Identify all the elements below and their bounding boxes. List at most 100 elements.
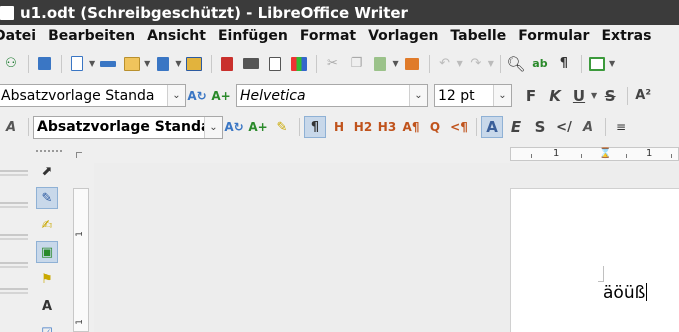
tag-icon[interactable]: ⚑ — [36, 268, 58, 290]
edit-file-icon[interactable] — [183, 53, 205, 75]
document-page[interactable]: äöüß — [510, 188, 679, 332]
print-preview-icon[interactable] — [264, 53, 286, 75]
title-style-button[interactable]: A¶ — [400, 116, 422, 138]
toolbar-separator — [580, 54, 582, 73]
writer-app-icon — [0, 5, 14, 20]
pdf-icon[interactable] — [216, 53, 238, 75]
redo-icon[interactable]: ↷ — [465, 53, 487, 75]
update-style-icon[interactable]: A↻ — [186, 85, 208, 107]
clone-formatting-icon[interactable] — [401, 53, 423, 75]
font-name-value: Helvetica — [240, 87, 306, 104]
indent-marker-icon[interactable]: ⌛ — [599, 148, 611, 159]
quotation-style-button[interactable]: </ — [553, 116, 575, 138]
toolbar-separator — [499, 54, 501, 73]
toolbar-separator — [61, 54, 62, 73]
binoculars-icon[interactable]: ⚇ — [0, 53, 22, 75]
checkbox-icon[interactable] — [33, 53, 55, 75]
default-char-style-button[interactable]: A — [481, 116, 503, 138]
formatting-toolbar: Absatzvorlage Standa ⌄ A↻ A+ Helvetica ⌄… — [0, 83, 679, 108]
select-arrow-icon[interactable]: ⬈ — [36, 160, 58, 182]
chevron-down-icon[interactable]: ▼ — [392, 59, 398, 68]
find-replace-icon[interactable]: 🔍︎ — [505, 53, 527, 75]
chevron-down-icon[interactable]: ▼ — [488, 59, 494, 68]
template-icon[interactable] — [97, 53, 119, 75]
horizontal-ruler[interactable]: 1 ⌛ 1 — [510, 147, 679, 161]
toolbar-separator — [28, 54, 29, 73]
chevron-down-icon[interactable]: ⌄ — [493, 85, 511, 106]
font-name-combo[interactable]: Helvetica ⌄ — [236, 84, 428, 107]
update-style-icon[interactable]: A↻ — [223, 116, 245, 138]
ruler-tick — [581, 154, 582, 158]
paragraph-style-value: Absatzvorlage Standa — [1, 87, 155, 104]
edit-icon[interactable]: ✎ — [36, 187, 58, 209]
superscript-button[interactable]: A² — [632, 85, 654, 107]
print-icon[interactable] — [240, 53, 262, 75]
menu-datei[interactable]: Datei — [0, 28, 42, 44]
chevron-down-icon[interactable]: ▼ — [175, 59, 181, 68]
folder-icon[interactable] — [121, 53, 143, 75]
menu-bearbeiten[interactable]: Bearbeiten — [42, 28, 141, 44]
menu-formular[interactable]: Formular — [512, 28, 595, 44]
cut-icon[interactable]: ✂ — [321, 53, 343, 75]
menu-vorlagen[interactable]: Vorlagen — [362, 28, 444, 44]
menu-extras[interactable]: Extras — [595, 28, 657, 44]
emphasis-style-button[interactable]: E — [505, 116, 527, 138]
save-icon[interactable] — [152, 53, 174, 75]
heading-2-style-button[interactable]: H2 — [352, 116, 374, 138]
new-style-icon[interactable]: A+ — [247, 116, 269, 138]
ruler-label: 1 — [74, 319, 85, 325]
undo-icon[interactable]: ↶ — [434, 53, 456, 75]
checkbox-icon[interactable]: ☑ — [36, 322, 58, 332]
body-text-style-button[interactable]: ¶ — [304, 116, 326, 138]
preformatted-style-button[interactable]: <¶ — [448, 116, 470, 138]
ruler-tick — [671, 154, 672, 158]
drawing-sidebar-toolbar: ⬈ ✎ ✍ ▣ ⚑ A ☑ — [0, 150, 70, 332]
text-style-icon[interactable]: A — [36, 295, 58, 317]
menu-format[interactable]: Format — [294, 28, 362, 44]
chevron-down-icon[interactable]: ▼ — [89, 59, 95, 68]
chevron-down-icon[interactable]: ▼ — [144, 59, 150, 68]
menu-tabelle[interactable]: Tabelle — [444, 28, 512, 44]
toolbar-separator — [316, 54, 318, 73]
table-icon[interactable] — [586, 53, 608, 75]
chevron-down-icon[interactable]: ⌄ — [409, 85, 427, 106]
new-style-icon[interactable]: A+ — [210, 85, 232, 107]
bullet-list-icon[interactable]: ≡ — [610, 116, 632, 138]
underline-button[interactable]: U — [568, 85, 590, 107]
new-document-icon[interactable] — [66, 53, 88, 75]
image-icon[interactable]: ▣ — [36, 241, 58, 263]
color-grid-icon[interactable] — [288, 53, 310, 75]
heading-style-button[interactable]: H — [328, 116, 350, 138]
menu-einfuegen[interactable]: Einfügen — [212, 28, 294, 44]
chevron-down-icon[interactable]: ▼ — [609, 59, 615, 68]
chevron-down-icon[interactable]: ▼ — [457, 59, 463, 68]
style-list-combo[interactable]: Absatzvorlage Standa ⌄ — [33, 115, 223, 139]
menu-ansicht[interactable]: Ansicht — [141, 28, 212, 44]
highlighter-icon[interactable]: ✎ — [271, 116, 293, 138]
toolbar-grip[interactable] — [36, 150, 62, 153]
strong-emphasis-style-button[interactable]: S — [529, 116, 551, 138]
chevron-down-icon[interactable]: ▼ — [591, 91, 597, 100]
chevron-down-icon[interactable]: ⌄ — [204, 116, 222, 138]
paragraph-style-combo[interactable]: Absatzvorlage Standa ⌄ — [0, 84, 186, 107]
strikethrough-button[interactable]: S — [599, 85, 621, 107]
copy-icon[interactable]: ❐ — [345, 53, 367, 75]
ruler-label: 1 — [74, 231, 85, 237]
font-size-combo[interactable]: 12 pt ⌄ — [434, 84, 512, 107]
document-text[interactable]: äöüß — [603, 283, 648, 303]
pen-icon[interactable]: ✍ — [36, 214, 58, 236]
ghost-toolbar-handle — [0, 262, 28, 268]
bold-button[interactable]: F — [520, 85, 542, 107]
paragraph-style-icon[interactable]: A — [0, 116, 22, 138]
vertical-ruler[interactable]: 1 1 — [73, 188, 89, 332]
italic-button[interactable]: K — [544, 85, 566, 107]
spellcheck-icon[interactable]: ab — [529, 53, 551, 75]
chevron-down-icon[interactable]: ⌄ — [167, 85, 185, 106]
paste-icon[interactable] — [369, 53, 391, 75]
clear-formatting-icon[interactable]: A — [577, 116, 599, 138]
pilcrow-icon[interactable]: ¶ — [553, 53, 575, 75]
ruler-tick — [626, 154, 627, 158]
heading-3-style-button[interactable]: H3 — [376, 116, 398, 138]
ruler-tick — [531, 154, 532, 158]
quotations-style-button[interactable]: Q — [424, 116, 446, 138]
